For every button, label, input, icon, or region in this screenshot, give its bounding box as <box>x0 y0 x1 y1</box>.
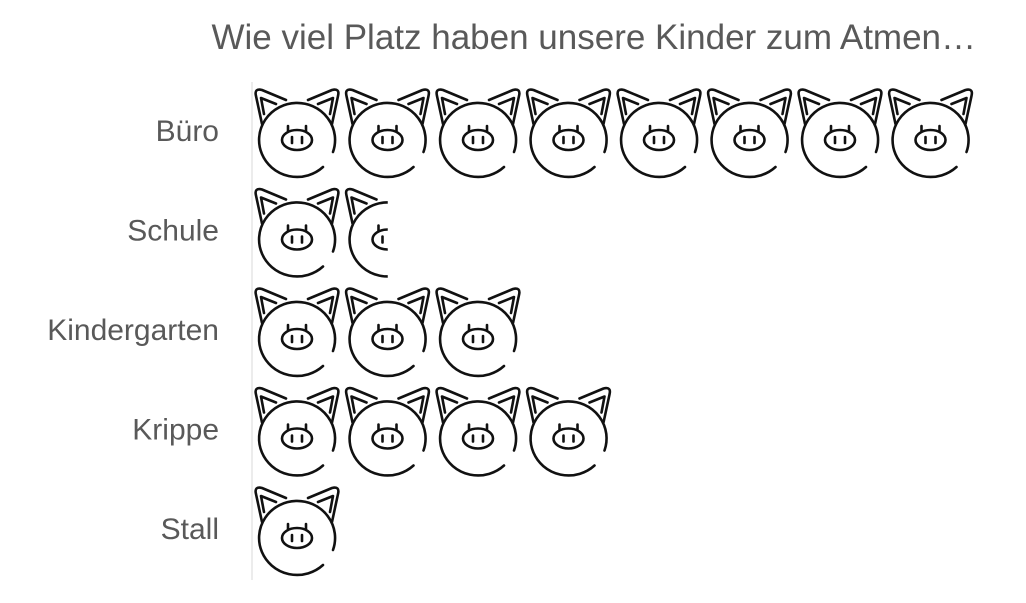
bar-kindergarten <box>254 287 521 378</box>
category-label: Kindergarten <box>47 314 219 347</box>
pig-face-icon <box>706 88 793 179</box>
pig-face-icon <box>797 88 883 179</box>
pig-face-icon <box>254 187 340 278</box>
pig-face-icon <box>887 88 974 179</box>
pictogram-chart: Büro Schule Kindergarten Krippe Stall <box>47 82 974 580</box>
pig-face-icon <box>525 88 612 179</box>
bar-schule <box>254 187 388 278</box>
pig-face-icon <box>344 386 431 477</box>
pig-face-icon <box>435 386 521 477</box>
pig-face-icon <box>344 187 388 278</box>
pig-face-icon <box>435 287 521 378</box>
pig-face-icon <box>435 88 521 179</box>
pig-face-icon <box>254 88 340 179</box>
pig-face-icon <box>344 88 431 179</box>
bar-büro <box>254 88 974 179</box>
bar-krippe <box>254 386 612 477</box>
bar-stall <box>254 486 340 577</box>
pig-face-icon <box>254 287 340 378</box>
pig-face-icon <box>525 386 612 477</box>
category-label: Stall <box>161 513 219 546</box>
pig-face-icon <box>344 287 431 378</box>
pig-face-icon <box>254 486 340 577</box>
category-label: Krippe <box>132 414 219 447</box>
category-label: Büro <box>156 115 219 148</box>
category-label: Schule <box>127 215 219 248</box>
pig-face-icon <box>616 88 702 179</box>
pig-face-icon <box>254 386 340 477</box>
